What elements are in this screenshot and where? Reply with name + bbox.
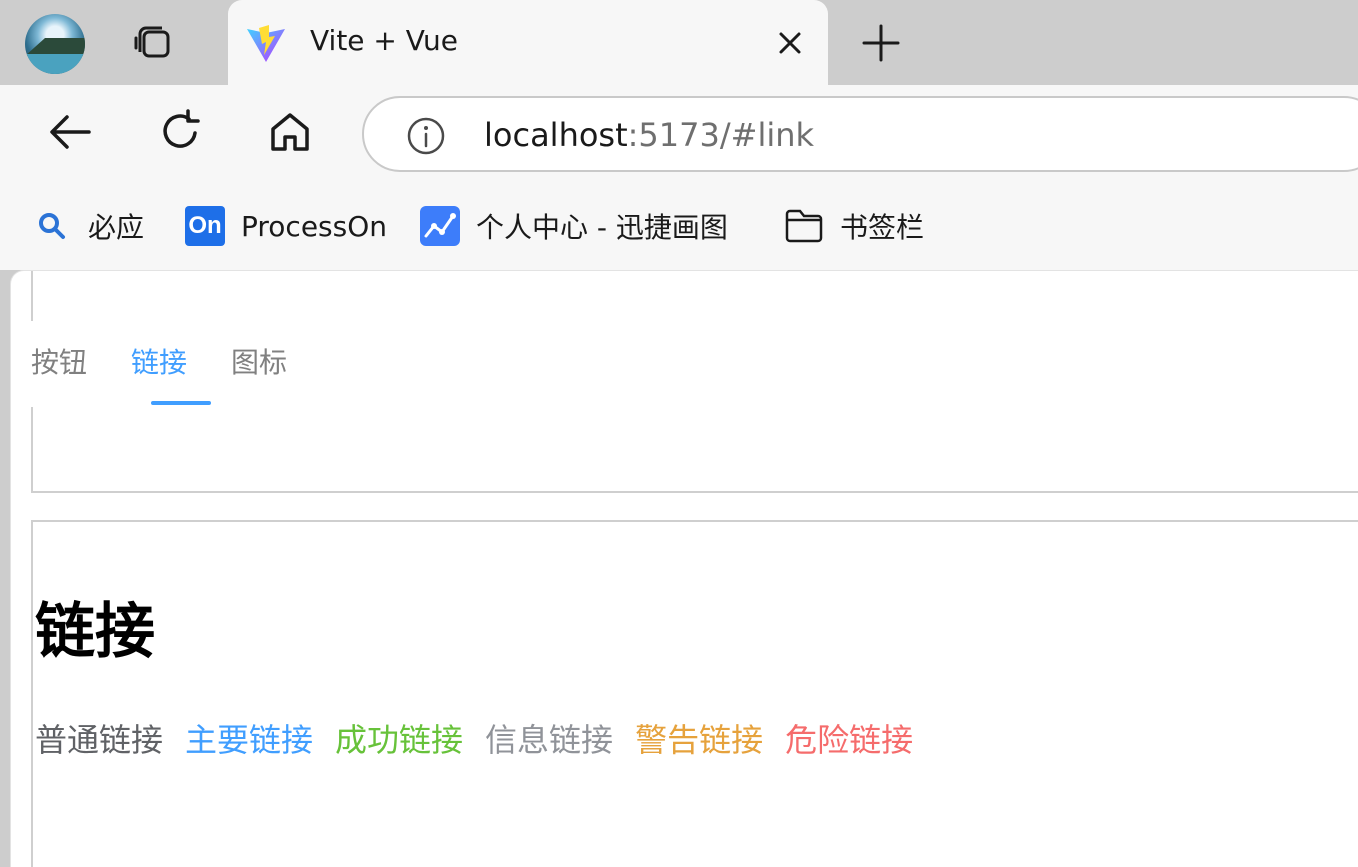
link-primary[interactable]: 主要链接 [185,721,313,759]
tab-strip: Vite + Vue [0,0,1358,85]
tab-actions-icon[interactable] [130,22,176,64]
info-icon[interactable] [406,116,446,156]
search-icon [32,206,72,246]
tabs-container [31,271,1358,493]
address-bar[interactable]: localhost:5173/#link [362,96,1358,172]
link-info[interactable]: 信息链接 [485,721,613,759]
folder-icon [784,206,824,246]
avatar-lake [25,54,85,74]
close-icon[interactable] [772,25,808,61]
address-host: localhost [484,116,628,154]
bookmark-bing[interactable]: 必应 [32,205,144,247]
profile-avatar[interactable] [25,14,85,74]
vite-icon [247,25,285,62]
back-icon[interactable] [45,107,95,157]
link-danger[interactable]: 危险链接 [785,721,913,759]
link-default[interactable]: 普通链接 [35,721,163,759]
active-tab-indicator [151,401,211,405]
bookmark-xunjie[interactable]: 个人中心 - 迅捷画图 [420,205,728,247]
browser-tab-active[interactable]: Vite + Vue [228,0,828,85]
bookmark-label: ProcessOn [241,209,388,243]
address-path: :5173/#link [627,116,815,154]
links-row: 普通链接 主要链接 成功链接 信息链接 警告链接 危险链接 [35,715,935,761]
section-title: 链接 [35,597,155,667]
tab-title: Vite + Vue [310,24,459,57]
tab-icons[interactable]: 图标 [231,341,287,381]
address-url[interactable]: localhost:5173/#link [484,116,814,154]
refresh-icon[interactable] [155,107,205,157]
home-icon[interactable] [265,107,315,157]
xunjie-icon [420,206,460,246]
bookmark-label: 必应 [88,211,145,244]
processon-icon: On [185,206,225,246]
bookmark-folder[interactable]: 书签栏 [784,205,924,247]
tab-links[interactable]: 链接 [131,341,187,381]
bookmark-processon[interactable]: On ProcessOn [185,205,387,247]
bookmark-label: 书签栏 [840,211,925,244]
bookmark-label: 个人中心 - 迅捷画图 [476,211,728,244]
browser-toolbar: localhost:5173/#link [0,85,1358,185]
processon-badge: On [185,206,225,246]
link-warning[interactable]: 警告链接 [635,721,763,759]
content-panel [31,520,1358,867]
bookmarks-bar: 必应 On ProcessOn 个人中心 - 迅捷画图 书签栏 [0,185,1358,270]
tab-buttons[interactable]: 按钮 [31,341,87,381]
page-viewport: 按钮 链接 图标 链接 普通链接 主要链接 成功链接 信息链接 警告链接 危险链接 [10,270,1358,867]
new-tab-icon[interactable] [858,22,904,64]
link-success[interactable]: 成功链接 [335,721,463,759]
